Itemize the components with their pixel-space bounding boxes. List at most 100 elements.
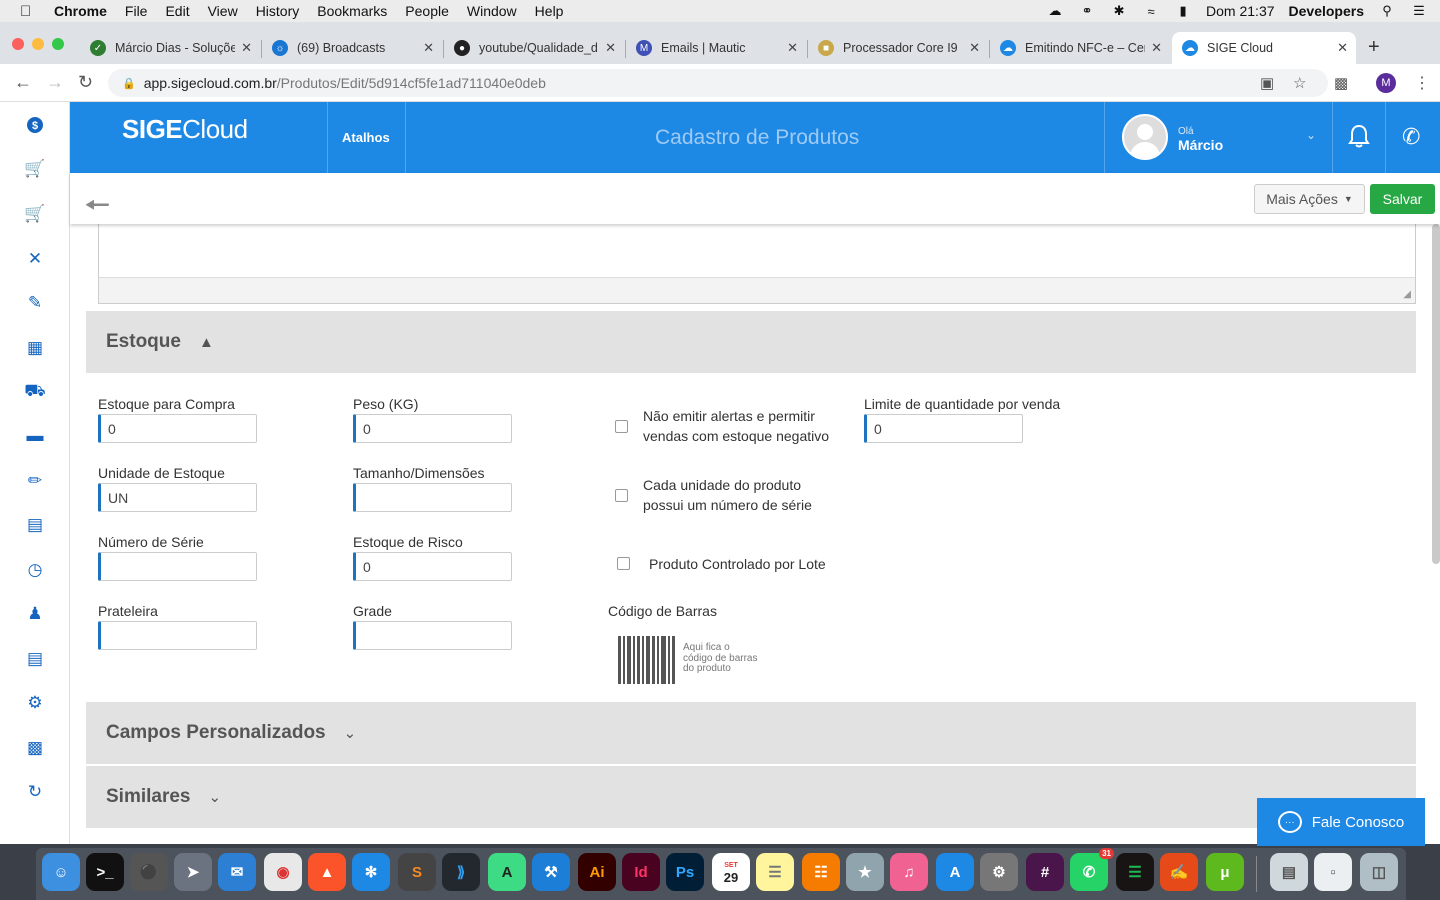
new-tab-icon[interactable]: + <box>1368 36 1380 59</box>
risk-stock-input[interactable] <box>353 552 512 581</box>
menu-bookmarks[interactable]: Bookmarks <box>317 3 387 19</box>
menu-help[interactable]: Help <box>535 3 564 19</box>
close-window-button[interactable] <box>12 38 24 50</box>
brave-icon[interactable]: ▲ <box>308 853 346 891</box>
users-icon[interactable]: ♟ <box>24 603 46 625</box>
reload-icon[interactable]: ↻ <box>78 72 93 93</box>
apple-icon[interactable]:  <box>20 3 36 20</box>
menu-edit[interactable]: Edit <box>165 3 189 19</box>
lock-icon[interactable]: 🔒 <box>122 77 136 90</box>
browser-tab[interactable]: ☼ (69) Broadcasts ✕ <box>262 32 442 64</box>
whatsapp-icon[interactable]: ✆ 31 <box>1070 848 1114 891</box>
notification-center-icon[interactable]: ☰ <box>1410 3 1428 18</box>
browser-tab-active[interactable]: ☁ SIGE Cloud ✕ <box>1172 32 1356 64</box>
back-arrow-icon[interactable]: 🠔 <box>84 183 110 234</box>
sige-cloud-logo[interactable]: SIGECloud <box>122 114 248 145</box>
shelf-input[interactable] <box>98 621 257 650</box>
shortcuts-menu[interactable]: Atalhos <box>342 130 390 145</box>
launchpad-icon[interactable]: ➤ <box>174 853 212 891</box>
barcode-placeholder-image[interactable]: Aqui fica o código de barras do produto <box>618 634 758 684</box>
cart-remove-icon[interactable]: 🛒 <box>24 203 46 225</box>
cloud-upload-icon[interactable]: ☁ <box>1046 3 1064 18</box>
lot-control-checkbox[interactable] <box>617 557 630 570</box>
zoom-window-button[interactable] <box>52 38 64 50</box>
browser-tab[interactable]: ✓ Márcio Dias - Soluçõe ✕ <box>80 32 260 64</box>
documents-folder-icon[interactable]: ▤ <box>1270 853 1308 891</box>
bookmark-star-icon[interactable]: ☆ <box>1293 74 1306 92</box>
menu-window[interactable]: Window <box>467 3 517 19</box>
chrome-menu-icon[interactable]: ⋮ <box>1414 73 1430 93</box>
description-textarea[interactable]: ◢ <box>98 224 1416 304</box>
close-tab-icon[interactable]: ✕ <box>241 40 252 56</box>
user-menu[interactable]: Developers <box>1289 3 1364 19</box>
tools-icon[interactable]: ✕ <box>24 248 46 270</box>
sale-limit-input[interactable] <box>864 414 1023 443</box>
bar-chart-icon[interactable]: ▩ <box>24 737 46 759</box>
browser-tab[interactable]: M Emails | Mautic ✕ <box>626 32 806 64</box>
stock-unit-input[interactable] <box>98 483 257 512</box>
user-avatar[interactable] <box>1122 114 1168 160</box>
clock-icon[interactable]: ◷ <box>24 559 46 581</box>
settings-gear-icon[interactable]: ⚙ <box>24 692 46 714</box>
close-tab-icon[interactable]: ✕ <box>787 40 798 56</box>
close-tab-icon[interactable]: ✕ <box>605 40 616 56</box>
postman-icon[interactable]: ✍ <box>1160 853 1198 891</box>
car-icon[interactable]: ▬ <box>24 425 46 447</box>
bluetooth-icon[interactable]: ✱ <box>1110 3 1128 18</box>
downloads-stack-icon[interactable]: ▫ <box>1314 853 1352 891</box>
menu-history[interactable]: History <box>256 3 300 19</box>
chevron-down-icon[interactable]: ⌄ <box>1306 128 1316 142</box>
forward-arrow-icon[interactable]: → <box>46 72 64 93</box>
xcode-icon[interactable]: ⚒ <box>532 853 570 891</box>
page-scrollbar[interactable] <box>1432 224 1440 564</box>
monitor-icon[interactable]: ▤ <box>24 514 46 536</box>
app-store-icon[interactable]: A <box>936 853 974 891</box>
pencil-icon[interactable]: ✏ <box>24 470 46 492</box>
mail-icon[interactable]: ✉ <box>218 853 256 891</box>
safari-icon[interactable]: ✻ <box>352 853 390 891</box>
terminal-icon[interactable]: >_ <box>86 853 124 891</box>
browser-tab[interactable]: ■ Processador Core I9 ✕ <box>808 32 988 64</box>
slack-icon[interactable]: # <box>1026 853 1064 891</box>
menu-file[interactable]: File <box>125 3 148 19</box>
tableplus-icon[interactable]: ⚫ <box>130 853 168 891</box>
vscode-icon[interactable]: ⟫ <box>442 853 480 891</box>
boxes-icon[interactable]: ▦ <box>24 337 46 359</box>
photoshop-icon[interactable]: Ps <box>666 853 704 891</box>
stock-purchase-input[interactable] <box>98 414 257 443</box>
sync-icon[interactable]: ↻ <box>24 781 46 803</box>
indesign-icon[interactable]: Id <box>622 853 660 891</box>
calendar-icon[interactable]: SET 29 <box>712 853 750 891</box>
menu-view[interactable]: View <box>208 3 238 19</box>
trash-icon[interactable]: ◫ <box>1360 853 1398 891</box>
back-arrow-icon[interactable]: ← <box>14 72 32 93</box>
profile-avatar[interactable]: M <box>1376 73 1396 93</box>
spotlight-search-icon[interactable]: ⚲ <box>1378 3 1396 18</box>
wifi-icon[interactable]: ≈ <box>1142 4 1160 19</box>
spotify-icon[interactable]: ☰ <box>1116 853 1154 891</box>
finder-icon[interactable]: ☺ <box>42 853 80 891</box>
music-icon[interactable]: ♫ <box>890 853 928 891</box>
sublime-text-icon[interactable]: S <box>398 853 436 891</box>
cart-add-icon[interactable]: 🛒 <box>24 158 46 180</box>
save-button[interactable]: Salvar <box>1370 184 1435 214</box>
stock-section-header[interactable]: Estoque ▲ <box>86 311 1416 373</box>
weight-input[interactable] <box>353 414 512 443</box>
more-actions-dropdown[interactable]: Mais Ações ▼ <box>1254 184 1365 214</box>
chrome-icon[interactable]: ◉ <box>264 853 302 891</box>
menu-app-name[interactable]: Chrome <box>54 3 107 19</box>
illustrator-icon[interactable]: Ai <box>578 853 616 891</box>
no-alerts-checkbox[interactable] <box>615 420 628 433</box>
serial-number-input[interactable] <box>98 552 257 581</box>
close-tab-icon[interactable]: ✕ <box>1151 40 1162 56</box>
phone-icon[interactable]: ✆ <box>1402 124 1420 150</box>
minimize-window-button[interactable] <box>32 38 44 50</box>
contact-us-button[interactable]: ··· Fale Conosco <box>1257 798 1425 846</box>
user-name[interactable]: Márcio <box>1178 137 1223 153</box>
browser-tab[interactable]: ● youtube/Qualidade_d ✕ <box>444 32 624 64</box>
edit-icon[interactable]: ✎ <box>24 292 46 314</box>
battery-icon[interactable]: ▮ <box>1174 3 1192 18</box>
android-studio-icon[interactable]: A <box>488 853 526 891</box>
translate-icon[interactable]: ▣ <box>1260 74 1274 92</box>
notes-icon[interactable]: ☰ <box>756 853 794 891</box>
